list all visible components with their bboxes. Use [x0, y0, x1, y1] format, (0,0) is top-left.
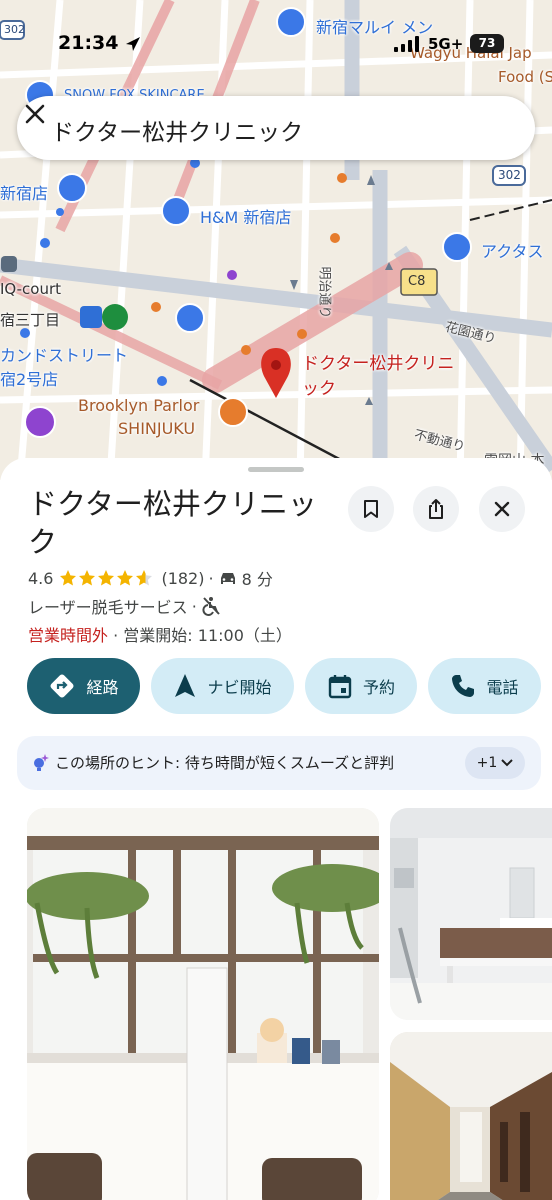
- close-sheet-button[interactable]: [479, 486, 525, 532]
- street-label-meiji: 明治通り: [316, 266, 332, 319]
- close-icon: [494, 501, 510, 517]
- hint-text: この場所のヒント: 待ち時間が短くスムーズと評判: [55, 754, 395, 772]
- share-icon: [429, 499, 443, 519]
- directions-icon: [50, 674, 74, 698]
- drive-time: 8 分: [241, 570, 273, 589]
- poi-label-iq-court[interactable]: IQ-court: [0, 280, 61, 298]
- separator-dot: ·: [208, 568, 214, 588]
- sparkle-bulb-icon: [34, 754, 49, 771]
- search-query[interactable]: ドクター松井クリニック: [51, 113, 303, 147]
- route-302-badge: 302: [4, 23, 25, 36]
- category-row: レーザー脱毛サービス ·: [28, 594, 221, 618]
- search-bar[interactable]: ドクター松井クリニック: [17, 96, 535, 160]
- drag-handle[interactable]: [248, 467, 304, 472]
- chevron-down-icon: [501, 759, 514, 767]
- star-rating-icon: [60, 570, 153, 586]
- close-icon[interactable]: [17, 96, 53, 132]
- car-icon: [220, 573, 235, 584]
- open-status: 営業時間外: [28, 626, 109, 645]
- poi-label-marui-men[interactable]: 新宿マルイ メン: [316, 14, 433, 38]
- poi-label-actus[interactable]: アクタス: [481, 238, 544, 262]
- action-row: 経路 ナビ開始 予約 電話: [0, 658, 552, 714]
- poi-label-shop2[interactable]: 宿2号店: [0, 366, 58, 390]
- reserve-label: 予約: [362, 678, 395, 697]
- opening-time: 営業開始: 11:00（土）: [123, 626, 292, 645]
- call-label: 電話: [486, 678, 519, 697]
- poi-label-shinjuku-store[interactable]: 新宿店: [0, 180, 48, 204]
- more-hints-count: +1: [476, 755, 498, 771]
- clinic-map-label-2[interactable]: ック: [302, 374, 336, 399]
- poi-label-brooklyn[interactable]: Brooklyn Parlor: [78, 396, 199, 415]
- bookmark-icon: [364, 500, 378, 518]
- poi-label-candy-street[interactable]: カンドストリート: [0, 342, 128, 366]
- clinic-photo-reception[interactable]: [27, 808, 379, 1200]
- poi-label-brooklyn-shinjuku[interactable]: SHINJUKU: [118, 419, 195, 438]
- hours-row[interactable]: 営業時間外 · 営業開始: 11:00（土）: [28, 622, 292, 646]
- save-button[interactable]: [348, 486, 394, 532]
- route-302-badge-2: 302: [498, 168, 521, 182]
- navigate-label: ナビ開始: [207, 678, 272, 697]
- place-hint-card[interactable]: この場所のヒント: 待ち時間が短くスムーズと評判 +1: [17, 736, 541, 790]
- start-navigation-button[interactable]: ナビ開始: [151, 658, 294, 714]
- directions-button[interactable]: 経路: [27, 658, 140, 714]
- share-button[interactable]: [413, 486, 459, 532]
- rating-value: 4.6: [28, 568, 54, 588]
- battery-icon: 73: [470, 34, 504, 53]
- more-hints-button[interactable]: +1: [465, 747, 525, 779]
- place-sheet[interactable]: ドクター松井クリニック 4.6 (182) · 8 分 レーザー脱毛サービス ·…: [0, 458, 552, 1200]
- rating-row[interactable]: 4.6 (182) · 8 分: [28, 566, 273, 590]
- wheelchair-inaccessible-icon: [202, 597, 220, 616]
- location-arrow-icon: [126, 37, 140, 51]
- separator-dot: ·: [113, 626, 124, 645]
- clinic-map-label[interactable]: ドクター松井クリニ: [302, 349, 454, 374]
- poi-label-sanchome[interactable]: 宿三丁目: [0, 309, 60, 330]
- navigation-arrow-icon: [175, 674, 196, 697]
- clinic-photo-corridor[interactable]: [390, 1032, 552, 1200]
- c8-exit-badge: C8: [408, 274, 426, 289]
- call-button[interactable]: 電話: [428, 658, 541, 714]
- map-view[interactable]: 新宿マルイ メン Wagyu Halal Jap Food (S SNOW FO…: [0, 0, 552, 480]
- reserve-button[interactable]: 予約: [305, 658, 417, 714]
- directions-label: 経路: [86, 678, 119, 697]
- clinic-photo-treatment-room[interactable]: [390, 808, 552, 1020]
- status-time: 21:34: [58, 32, 119, 54]
- network-type: 5G+: [428, 35, 464, 53]
- separator-dot: ·: [191, 596, 197, 616]
- phone-icon: [452, 675, 475, 697]
- review-count[interactable]: (182): [161, 569, 204, 588]
- place-category: レーザー脱毛サービス: [28, 598, 188, 617]
- place-title: ドクター松井クリニック: [28, 487, 317, 559]
- signal-icon: [394, 36, 419, 52]
- calendar-icon: [328, 675, 352, 699]
- poi-label-hm[interactable]: H&M 新宿店: [200, 204, 291, 228]
- poi-label-food[interactable]: Food (S: [498, 68, 552, 86]
